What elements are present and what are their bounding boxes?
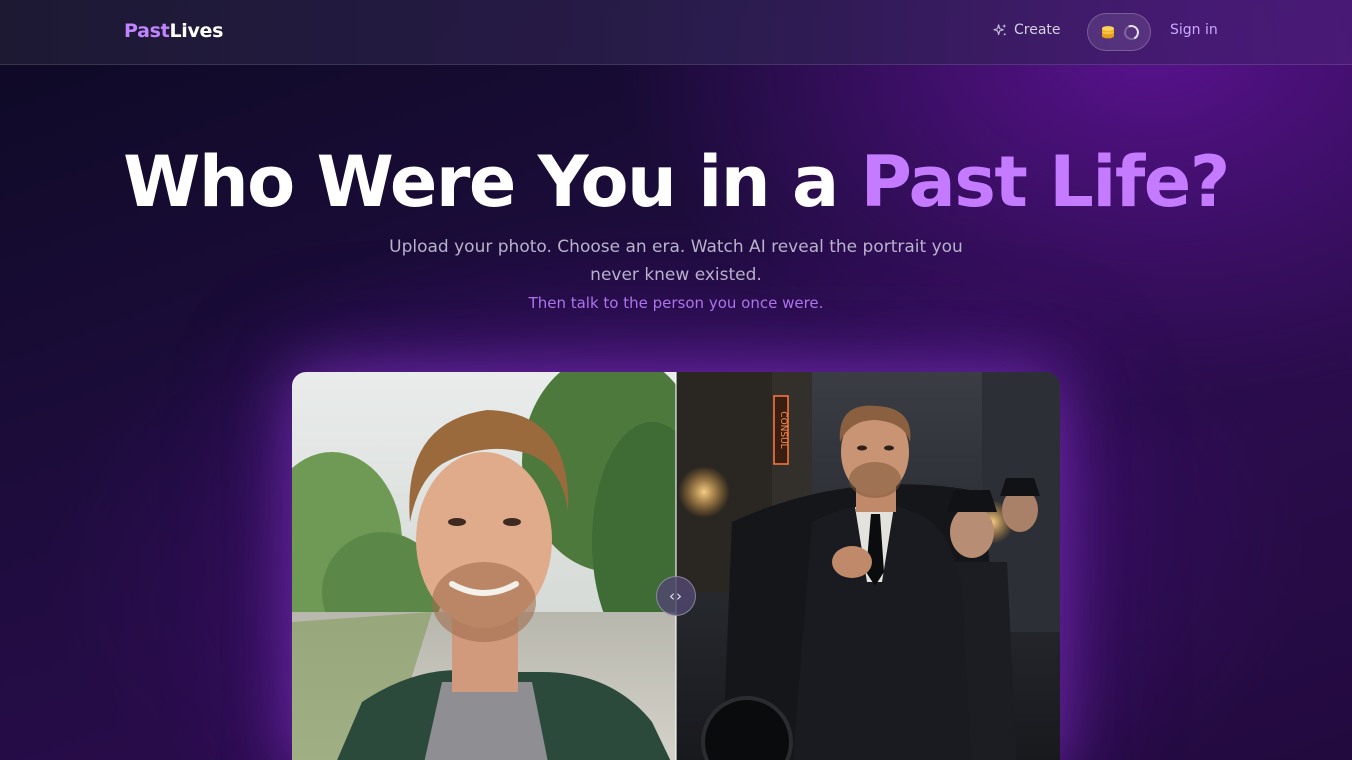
before-after-slider[interactable]: CONSUL ‹› — [292, 372, 1060, 760]
slider-handle[interactable]: ‹› — [656, 576, 696, 616]
chevrons-left-right-icon: ‹› — [669, 587, 683, 605]
neon-sign-text: CONSUL — [778, 411, 788, 448]
coin-stack-icon — [1101, 26, 1114, 39]
hero-title-accent: Past Life? — [860, 141, 1231, 223]
original-photo — [292, 372, 712, 760]
hero-title-plain: Who Were You in a — [123, 141, 861, 223]
logo-part-lives: Lives — [169, 20, 224, 42]
spinner-icon — [1121, 22, 1141, 42]
create-label: Create — [1014, 22, 1061, 38]
hero-tagline: Then talk to the person you once were. — [528, 294, 824, 312]
logo[interactable]: PastLives — [124, 20, 223, 42]
hero-title: Who Were You in a Past Life? — [0, 138, 1352, 226]
hero-subtitle: Upload your photo. Choose an era. Watch … — [389, 237, 963, 285]
sign-in-link[interactable]: Sign in — [1170, 22, 1218, 38]
sparkles-icon — [993, 23, 1007, 35]
logo-part-past: Past — [124, 20, 170, 42]
past-life-portrait: CONSUL — [676, 372, 1060, 760]
slider-divider-line — [675, 372, 677, 760]
top-nav: PastLives Create Sign in — [0, 0, 1352, 65]
create-link[interactable]: Create — [993, 22, 1061, 38]
credits-badge[interactable] — [1087, 13, 1151, 51]
